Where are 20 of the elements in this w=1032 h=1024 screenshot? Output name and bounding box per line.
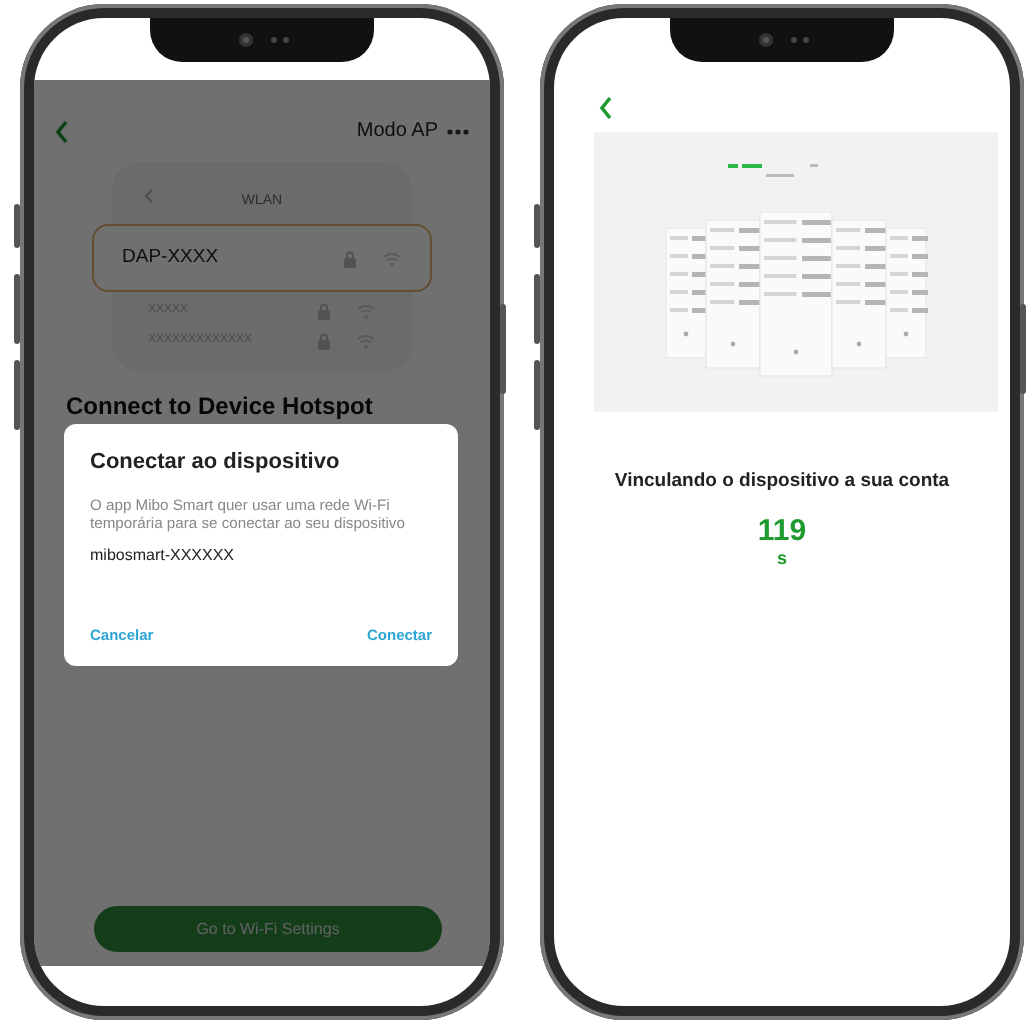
back-icon[interactable] (54, 119, 70, 143)
heading: Connect to Device Hotspot (66, 390, 375, 425)
countdown-unit: s (774, 546, 789, 573)
lock-icon (316, 332, 332, 351)
wifi-settings-button[interactable]: Go to Wi-Fi Settings (94, 906, 442, 952)
sensor-icon (790, 36, 810, 44)
camera-icon (238, 32, 254, 48)
network-row: DAP-XXXX (92, 224, 432, 293)
more-icon[interactable] (446, 127, 470, 135)
countdown-number: 119 (755, 516, 809, 547)
dialog-title: Conectar ao dispositivo (90, 448, 342, 478)
lock-icon (342, 249, 358, 268)
lock-icon (316, 302, 332, 321)
camera-icon (758, 32, 774, 48)
sensor-icon (270, 36, 290, 44)
back-icon (144, 188, 154, 204)
mode-label: Modo AP (356, 118, 438, 146)
back-icon[interactable] (598, 96, 614, 120)
network-name: mibosmart-XXXXXX (90, 544, 237, 569)
status-message: Vinculando o dispositivo a sua conta (612, 468, 952, 496)
